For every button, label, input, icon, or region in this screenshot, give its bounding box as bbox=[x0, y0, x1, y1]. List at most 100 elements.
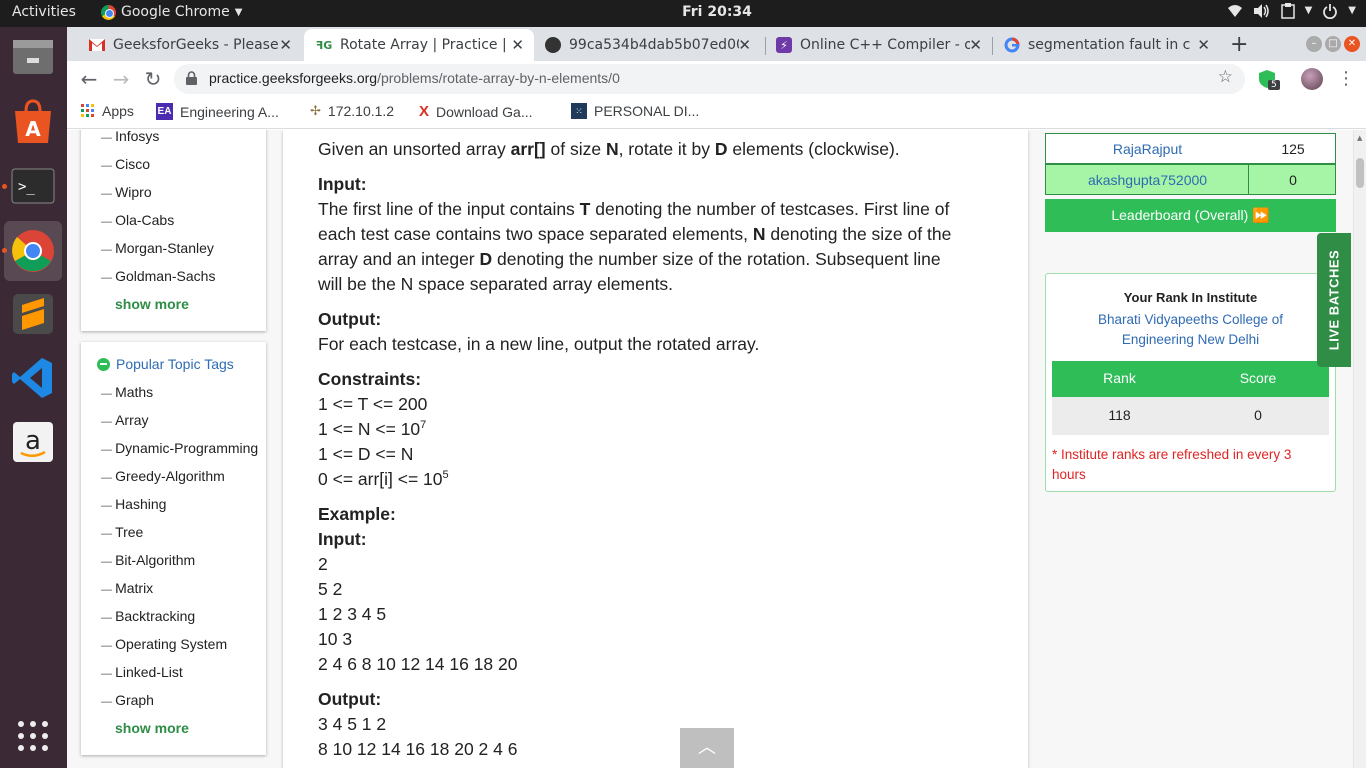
constraint: 1 <= D <= N bbox=[318, 444, 414, 464]
menu-icon[interactable]: ⋮ bbox=[1337, 68, 1355, 89]
show-applications-icon[interactable] bbox=[10, 713, 56, 759]
show-more-link[interactable]: show more bbox=[115, 296, 189, 312]
input-heading: Input: bbox=[318, 174, 367, 194]
bookmark-label: Apps bbox=[102, 103, 134, 119]
bookmark-personal[interactable]: ⁙ PERSONAL DI... bbox=[571, 103, 699, 119]
caret-down-icon: ▼ bbox=[1348, 5, 1356, 16]
double-chevron-right-icon: ⏩ bbox=[1252, 207, 1270, 223]
input-description: The first line of the input contains T d… bbox=[318, 199, 950, 219]
close-icon[interactable]: ✕ bbox=[279, 36, 292, 54]
live-batches-tab[interactable]: LIVE BATCHES bbox=[1317, 233, 1351, 367]
address-bar[interactable]: practice.geeksforgeeks.org/problems/rota… bbox=[174, 64, 1245, 94]
topic-tag[interactable]: Greedy-Algorithm bbox=[101, 468, 225, 484]
rank-table-header: Rank Score bbox=[1052, 361, 1329, 397]
close-icon[interactable]: ✕ bbox=[1197, 36, 1210, 54]
svg-text:A: A bbox=[25, 117, 41, 141]
leaderboard-overall-button[interactable]: Leaderboard (Overall) ⏩ bbox=[1045, 199, 1336, 232]
software-center-icon[interactable]: A bbox=[10, 99, 56, 145]
avatar[interactable] bbox=[1301, 68, 1323, 90]
bookmark-engineering[interactable]: EA Engineering A... bbox=[156, 103, 279, 120]
x-icon: X bbox=[419, 103, 430, 120]
topic-tag[interactable]: Array bbox=[101, 412, 148, 428]
browser-toolbar: ← → ↻ practice.geeksforgeeks.org/problem… bbox=[67, 61, 1366, 97]
new-tab-button[interactable]: + bbox=[1230, 32, 1248, 57]
company-tag[interactable]: Morgan-Stanley bbox=[101, 240, 214, 256]
clock[interactable]: Fri 20:34 bbox=[0, 4, 1366, 20]
sublime-text-icon[interactable] bbox=[10, 291, 56, 337]
tab-online-cpp-compiler[interactable]: ⚡ Online C++ Compiler - on ✕ bbox=[764, 29, 992, 61]
note-line: * Institute ranks are refreshed in every… bbox=[1052, 447, 1292, 462]
bookmark-download[interactable]: X Download Ga... bbox=[419, 103, 533, 120]
problem-intro: Given an unsorted array arr[] of size N,… bbox=[318, 139, 900, 159]
topic-tag[interactable]: Backtracking bbox=[101, 608, 195, 624]
scroll-up-arrow-icon[interactable]: ▲ bbox=[1357, 134, 1362, 142]
google-icon bbox=[1004, 37, 1020, 53]
example-input-line: 2 bbox=[318, 554, 328, 574]
topic-tag[interactable]: Maths bbox=[101, 384, 153, 400]
terminal-icon[interactable]: >_ bbox=[10, 163, 56, 209]
close-icon[interactable]: ✕ bbox=[511, 36, 524, 54]
topic-tag[interactable]: Bit-Algorithm bbox=[101, 552, 195, 568]
institute-name-line: Bharati Vidyapeeths College of bbox=[1097, 312, 1284, 327]
github-icon bbox=[545, 37, 561, 53]
institute-name-line: Engineering New Delhi bbox=[1121, 332, 1260, 347]
input-description: each test case contains two space separa… bbox=[318, 224, 952, 244]
scroll-to-top-button[interactable]: ︿ bbox=[680, 728, 734, 768]
apps-grid-icon bbox=[81, 104, 94, 117]
topic-tag[interactable]: Linked-List bbox=[101, 664, 183, 680]
scrollbar-thumb[interactable] bbox=[1356, 158, 1364, 188]
bookmark-ip[interactable]: ✢ 172.10.1.2 bbox=[310, 103, 394, 119]
company-tag[interactable]: Infosys bbox=[101, 130, 159, 144]
bookmark-apps[interactable]: Apps bbox=[81, 103, 134, 119]
constraint: 1 <= N <= 107 bbox=[318, 419, 427, 439]
company-tag[interactable]: Wipro bbox=[101, 184, 152, 200]
leaderboard-score: 125 bbox=[1281, 141, 1305, 157]
topic-tags-header[interactable]: Popular Topic Tags bbox=[97, 356, 234, 372]
tab-segmentation-fault[interactable]: segmentation fault in c ✕ bbox=[992, 29, 1220, 61]
leaderboard-overall-label: Leaderboard (Overall) bbox=[1111, 207, 1249, 223]
live-batches-label: LIVE BATCHES bbox=[1326, 249, 1342, 351]
system-tray[interactable]: ▼ ▼ bbox=[1227, 3, 1356, 19]
reload-button[interactable]: ↻ bbox=[141, 67, 165, 91]
leaderboard-user-link[interactable]: akashgupta752000 bbox=[1046, 172, 1249, 188]
page-scrollbar[interactable]: ▲ bbox=[1353, 130, 1366, 768]
extension-icon[interactable]: 5 bbox=[1257, 69, 1280, 90]
leaderboard-row: akashgupta752000 0 bbox=[1045, 164, 1336, 195]
tab-title: Online C++ Compiler - on bbox=[800, 37, 970, 53]
company-tag[interactable]: Goldman-Sachs bbox=[101, 268, 215, 284]
minimize-button[interactable]: – bbox=[1306, 36, 1322, 52]
institute-name-link[interactable]: Bharati Vidyapeeths College of Engineeri… bbox=[1046, 310, 1335, 350]
topic-tag[interactable]: Operating System bbox=[101, 636, 227, 652]
bookmark-label: Download Ga... bbox=[436, 103, 533, 120]
extension-badge: 5 bbox=[1268, 80, 1280, 90]
back-button[interactable]: ← bbox=[77, 67, 101, 91]
rank-column-header: Rank bbox=[1103, 370, 1136, 386]
example-input-line: 1 2 3 4 5 bbox=[318, 604, 387, 624]
topic-tag[interactable]: Hashing bbox=[101, 496, 166, 512]
tab-rotate-array[interactable]: ꟻG Rotate Array | Practice | ✕ bbox=[304, 29, 534, 61]
bookmark-star-icon[interactable]: ☆ bbox=[1218, 67, 1233, 87]
chevron-up-icon: ︿ bbox=[698, 737, 716, 758]
leaderboard-user-link[interactable]: RajaRajput bbox=[1046, 141, 1249, 157]
topic-tag[interactable]: Tree bbox=[101, 524, 143, 540]
files-app-icon[interactable] bbox=[10, 34, 56, 80]
topic-tag[interactable]: Dynamic-Programming bbox=[101, 440, 258, 456]
forward-button[interactable]: → bbox=[109, 67, 133, 91]
amazon-icon[interactable]: a bbox=[10, 419, 56, 465]
company-tag[interactable]: Cisco bbox=[101, 156, 150, 172]
close-window-button[interactable]: ✕ bbox=[1344, 36, 1360, 52]
tab-99ca534b[interactable]: 99ca534b4dab5b07ed00 ✕ bbox=[533, 29, 761, 61]
power-icon bbox=[1323, 4, 1338, 19]
close-icon[interactable]: ✕ bbox=[738, 36, 751, 54]
maximize-button[interactable]: □ bbox=[1325, 36, 1341, 52]
topic-tag[interactable]: Graph bbox=[101, 692, 154, 708]
close-icon[interactable]: ✕ bbox=[969, 36, 982, 54]
tab-geeksforgeeks[interactable]: GeeksforGeeks - Please ✕ bbox=[77, 29, 302, 61]
chrome-app-icon[interactable] bbox=[4, 221, 62, 281]
leaderboard-score: 0 bbox=[1289, 172, 1297, 188]
company-tag[interactable]: Ola-Cabs bbox=[101, 212, 174, 228]
caret-down-icon: ▼ bbox=[1304, 5, 1313, 16]
topic-tag[interactable]: Matrix bbox=[101, 580, 153, 596]
vscode-icon[interactable] bbox=[10, 355, 56, 401]
show-more-link[interactable]: show more bbox=[115, 720, 189, 736]
